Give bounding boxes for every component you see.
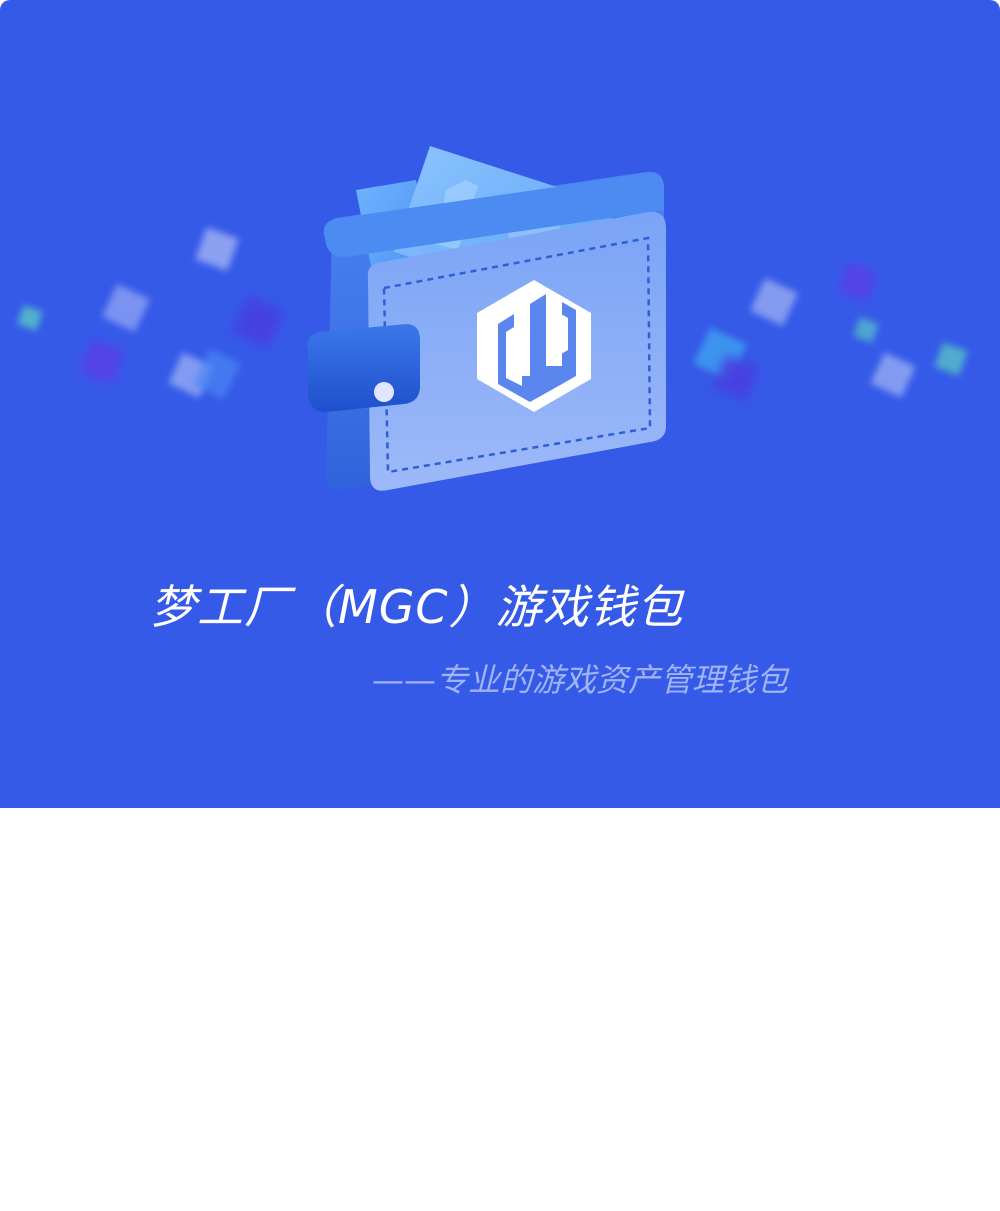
wallet-strap <box>307 324 420 412</box>
page: 梦工厂（MGC）游戏钱包 ——专业的游戏资产管理钱包 <box>0 0 1000 1211</box>
page-title: 梦工厂（MGC）游戏钱包 <box>150 580 684 634</box>
wallet-button <box>374 382 394 402</box>
confetti-square <box>870 352 916 398</box>
hero-banner: 梦工厂（MGC）游戏钱包 ——专业的游戏资产管理钱包 <box>0 0 1000 808</box>
confetti-square <box>750 278 798 326</box>
confetti-square <box>102 284 150 332</box>
confetti-square <box>934 342 968 376</box>
confetti-square <box>17 305 43 331</box>
confetti-square <box>837 261 879 303</box>
content-area <box>0 808 1000 1211</box>
page-subtitle: ——专业的游戏资产管理钱包 <box>372 661 789 699</box>
confetti-square <box>195 227 239 271</box>
confetti-square <box>231 295 285 349</box>
wallet-icon <box>307 146 666 491</box>
confetti-square <box>853 317 879 343</box>
confetti-square <box>78 338 126 386</box>
